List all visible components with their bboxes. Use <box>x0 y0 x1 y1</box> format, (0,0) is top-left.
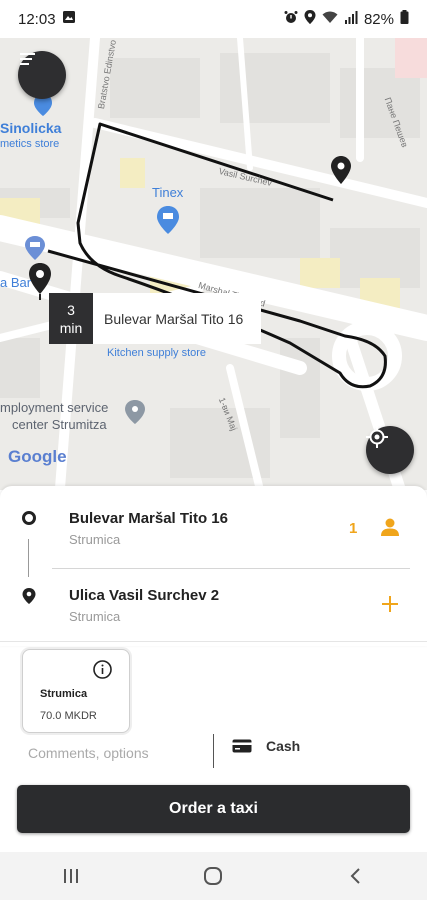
map-label-cosmetics: metics store <box>0 138 60 150</box>
google-logo: Google <box>8 447 67 466</box>
system-nav-bar <box>0 852 427 900</box>
clock: 12:03 <box>18 10 56 28</box>
menu-button[interactable] <box>18 51 66 99</box>
status-bar: 12:03 82% <box>0 0 427 38</box>
home-icon[interactable] <box>203 866 223 886</box>
pickup-dot-icon <box>22 511 36 525</box>
payment-method[interactable]: Cash <box>232 738 300 754</box>
recent-apps-icon[interactable] <box>61 867 81 885</box>
passenger-count: 1 <box>349 520 358 537</box>
menu-icon <box>20 53 35 65</box>
info-icon[interactable] <box>92 659 113 680</box>
route-connector <box>28 539 29 577</box>
poi-tinex-marker <box>157 206 179 234</box>
pickup-address[interactable]: Bulevar Maršal Tito 16 <box>69 510 228 527</box>
eta-unit: min <box>59 319 83 336</box>
map-label-tinex: Tinex <box>152 185 184 200</box>
comments-field[interactable]: Comments, options <box>28 745 149 761</box>
tariff-name: Strumica <box>40 688 88 700</box>
card-icon <box>232 739 252 753</box>
panel-divider <box>0 641 427 642</box>
battery-icon <box>400 10 409 28</box>
map-label-sinolicka: Sinolicka <box>0 120 62 136</box>
map-label-employment-1: mployment service <box>0 400 109 415</box>
tariff-card[interactable]: Strumica 70.0 MKDR <box>22 649 130 733</box>
wifi-icon <box>322 11 338 28</box>
tariff-price: 70.0 MKDR <box>40 710 97 722</box>
poi-bar-marker <box>25 236 45 260</box>
eta-badge: 3 min <box>49 293 93 344</box>
address-divider <box>52 568 410 569</box>
dropoff-address[interactable]: Ulica Vasil Surchev 2 <box>69 587 219 604</box>
options-divider <box>213 734 214 768</box>
order-taxi-button[interactable]: Order a taxi <box>17 785 410 833</box>
dropoff-pin-icon <box>22 588 36 604</box>
payment-label: Cash <box>266 738 301 754</box>
map-view[interactable]: Sinolicka metics store Tinex a Bar mploy… <box>0 38 427 490</box>
alarm-icon <box>284 10 298 28</box>
eta-address: Bulevar Maršal Tito 16 <box>93 293 261 344</box>
add-stop-icon[interactable] <box>380 594 400 614</box>
map-label-bar: a Bar <box>0 275 32 290</box>
my-location-button[interactable] <box>366 426 414 474</box>
route-panel: Bulevar Maršal Tito 16 Strumica 1 Ulica … <box>0 486 427 646</box>
poi-employment-marker <box>125 400 145 424</box>
dropoff-city: Strumica <box>69 609 121 624</box>
map-label-employment-2: center Strumitza <box>12 417 107 432</box>
pickup-city: Strumica <box>69 532 121 547</box>
crosshair-icon <box>366 426 388 448</box>
eta-value: 3 <box>67 301 75 318</box>
back-icon[interactable] <box>346 866 366 886</box>
location-icon <box>304 10 316 28</box>
map-label-kitchen: Kitchen supply store <box>107 347 207 359</box>
gallery-notification-icon <box>62 10 76 28</box>
signal-icon <box>344 10 358 28</box>
passenger-icon[interactable] <box>379 516 401 538</box>
battery-percent: 82% <box>363 10 394 28</box>
